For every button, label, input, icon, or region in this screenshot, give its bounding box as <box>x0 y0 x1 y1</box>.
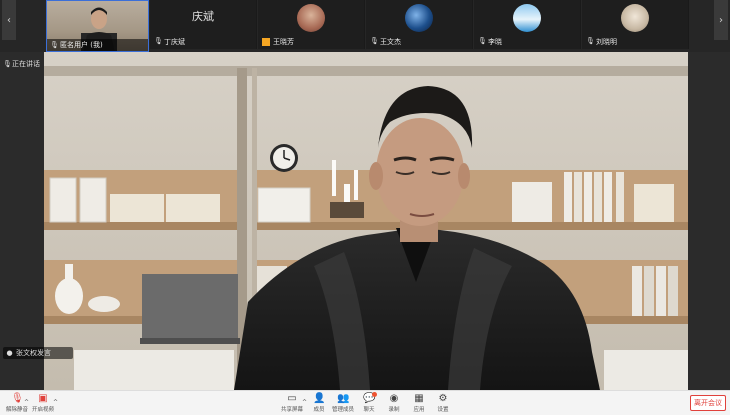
settings-label: 设置 <box>437 407 449 413</box>
apps-button[interactable]: ▦ 应用 <box>406 393 432 415</box>
mute-label: 解除静音 <box>5 407 28 413</box>
share-label: 共享屏幕 <box>280 407 303 413</box>
mic-icon: 🎙 <box>3 59 12 68</box>
members-button[interactable]: 👤 成员 <box>306 393 332 415</box>
participant-name: 丁庆斌 <box>164 37 185 46</box>
speaker-icon: ● <box>6 348 13 357</box>
self-tile-name-bar: 🎙 匿名用户 (我) <box>47 39 148 51</box>
avatar <box>621 4 649 32</box>
meeting-toolbar: 🎙 解除静音 ^ ▣ 开启视频 ^ ▭ 共享屏幕 ^ 👤 成员 👥 管理成员 💬… <box>0 390 730 415</box>
participant-name: 李晓 <box>488 37 502 46</box>
mic-icon: 🎙 <box>586 37 595 45</box>
participant-name-bar: 🎙 丁庆斌 <box>154 36 185 47</box>
participant-name: 王晓芳 <box>273 37 294 46</box>
chat-unread-badge <box>372 392 377 397</box>
mic-icon: 🎙 <box>370 37 379 45</box>
chevron-right-icon: › <box>719 14 723 26</box>
participant-tile[interactable]: 🎙 李晓 <box>474 0 581 49</box>
mic-off-icon: 🎙 <box>11 393 24 404</box>
invite-label: 管理成员 <box>331 407 354 413</box>
screen-share-icon: ▭ <box>287 393 297 404</box>
self-video-tile[interactable]: 🎙 匿名用户 (我) <box>46 0 149 52</box>
active-speaker-tag: ● 张文权发言 <box>3 347 73 359</box>
avatar <box>513 4 541 32</box>
avatar <box>405 4 433 32</box>
manage-members-button[interactable]: 👥 管理成员 <box>330 393 356 415</box>
apps-label: 应用 <box>413 407 425 413</box>
mic-icon: 🎙 <box>154 37 163 45</box>
mic-icon: 🎙 <box>478 37 487 45</box>
text-avatar: 庆斌 <box>192 10 214 23</box>
speaker-video-frame <box>44 52 688 390</box>
meeting-window: ‹ 🎙 匿名用户 (我) 庆斌 🎙 丁庆斌 王晓芳 🎙 王文杰 🎙 李晓 🎙 刘… <box>0 0 730 415</box>
participant-name: 王文杰 <box>380 37 401 46</box>
settings-button[interactable]: ⚙ 设置 <box>430 393 456 415</box>
participant-name-bar: 🎙 李晓 <box>478 36 502 47</box>
mute-options-caret[interactable]: ^ <box>24 399 29 406</box>
participant-tile[interactable]: 庆斌 🎙 丁庆斌 <box>150 0 257 49</box>
participant-tile[interactable]: 🎙 刘晓明 <box>582 0 689 49</box>
active-speaker-label: 张文权发言 <box>16 349 51 357</box>
apps-icon: ▦ <box>414 393 424 404</box>
chevron-left-icon: ‹ <box>7 14 11 26</box>
strip-next-button[interactable]: › <box>714 0 728 40</box>
main-video[interactable] <box>44 52 688 390</box>
right-rail <box>688 52 730 390</box>
users-icon: 👥 <box>337 393 350 404</box>
self-tile-name: 匿名用户 (我) <box>60 41 103 49</box>
participant-name: 刘晓明 <box>596 37 617 46</box>
participant-name-bar: 王晓芳 <box>262 36 294 47</box>
speaker-indicator: 🎙 正在讲话 <box>3 58 43 70</box>
video-label: 开启视频 <box>31 407 54 413</box>
record-label: 录制 <box>388 407 400 413</box>
speaker-label: 正在讲话 <box>12 60 40 68</box>
participant-name-bar: 🎙 王文杰 <box>370 36 401 47</box>
strip-prev-button[interactable]: ‹ <box>2 0 16 40</box>
chat-button[interactable]: 💬 聊天 <box>356 392 382 415</box>
participant-name-bar: 🎙 刘晓明 <box>586 36 617 47</box>
participant-tile[interactable]: 王晓芳 <box>258 0 365 49</box>
host-icon <box>262 37 270 46</box>
gear-icon: ⚙ <box>438 393 448 404</box>
left-rail <box>0 52 44 390</box>
person-icon: 👤 <box>313 393 326 404</box>
chat-label: 聊天 <box>363 407 375 413</box>
participant-strip: ‹ 🎙 匿名用户 (我) 庆斌 🎙 丁庆斌 王晓芳 🎙 王文杰 🎙 李晓 🎙 刘… <box>0 0 730 52</box>
video-options-caret[interactable]: ^ <box>53 399 58 406</box>
record-button[interactable]: ◉ 录制 <box>381 393 407 415</box>
avatar <box>297 4 325 32</box>
camera-off-icon: ▣ <box>38 393 48 404</box>
leave-meeting-button[interactable]: 离开会议 <box>690 395 726 411</box>
participant-tile[interactable]: 🎙 王文杰 <box>366 0 473 49</box>
record-icon: ◉ <box>389 393 399 404</box>
members-label: 成员 <box>313 407 325 413</box>
mic-icon: 🎙 <box>50 40 59 49</box>
